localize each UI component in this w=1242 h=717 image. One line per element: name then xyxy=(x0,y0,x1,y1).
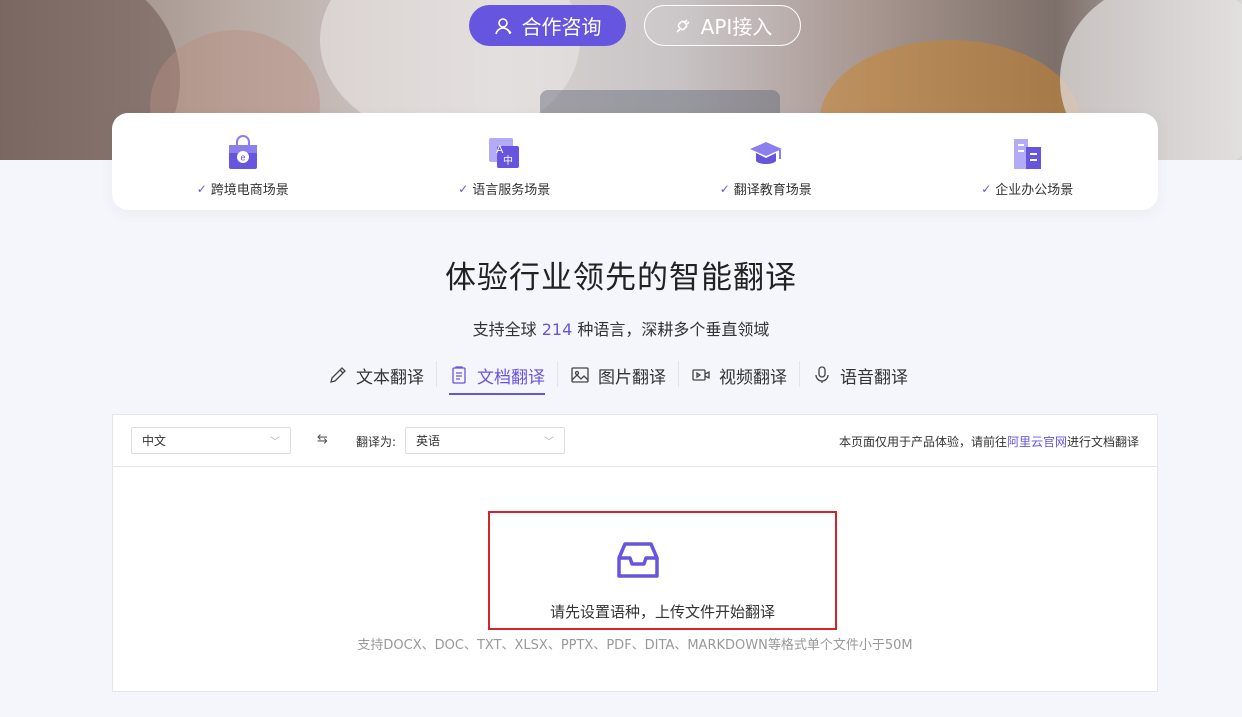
page-title: 体验行业领先的智能翻译 xyxy=(445,260,797,296)
chevron-down-icon: ﹀ xyxy=(544,437,554,448)
consult-button-label: 合作咨询 xyxy=(521,15,602,39)
svg-text:中: 中 xyxy=(503,154,513,167)
target-language-value: 英语 xyxy=(416,434,441,448)
subtitle-prefix: 支持全球 xyxy=(472,320,537,339)
check-icon: ✓ xyxy=(458,181,469,196)
tab-label: 文本翻译 xyxy=(356,367,424,388)
scenario-language-service[interactable]: A 中 ✓ 语言服务场景 xyxy=(374,113,636,210)
check-icon: ✓ xyxy=(196,181,207,196)
tab-audio-translation[interactable]: 语音翻译 xyxy=(800,355,920,391)
source-language-value: 中文 xyxy=(142,434,167,448)
video-icon xyxy=(692,369,710,381)
file-upload-area[interactable]: 请先设置语种，上传文件开始翻译 xyxy=(488,511,837,630)
check-icon: ✓ xyxy=(981,181,992,196)
tab-label: 图片翻译 xyxy=(598,367,666,388)
language-count: 214 xyxy=(541,320,573,339)
scenario-card: e ✓ 跨境电商场景 A 中 ✓ 语言服务场景 ✓ 翻译教育场景 ✓ 企业办公场… xyxy=(112,113,1158,210)
chevron-down-icon: ﹀ xyxy=(270,437,280,448)
pencil-icon xyxy=(330,367,346,383)
language-translate-icon: A 中 xyxy=(489,138,520,168)
image-icon xyxy=(571,367,589,383)
page-subtitle: 支持全球 214 种语言，深耕多个垂直领域 xyxy=(0,316,1242,340)
experience-notice: 本页面仅用于产品体验，请前往阿里云官网进行文档翻译 xyxy=(839,433,1139,450)
scenario-label-text: 翻译教育场景 xyxy=(733,183,812,198)
tab-text-translation[interactable]: 文本翻译 xyxy=(316,355,436,391)
tab-document-translation[interactable]: 文档翻译 xyxy=(437,355,557,395)
notice-prefix: 本页面仅用于产品体验，请前往 xyxy=(838,435,1007,449)
scenario-ecommerce[interactable]: e ✓ 跨境电商场景 xyxy=(112,113,374,210)
office-building-icon xyxy=(1014,139,1042,169)
scenario-education[interactable]: ✓ 翻译教育场景 xyxy=(635,113,897,210)
check-icon: ✓ xyxy=(719,181,730,196)
upload-prompt: 请先设置语种，上传文件开始翻译 xyxy=(549,603,775,621)
consult-button[interactable]: 合作咨询 xyxy=(469,5,626,46)
tab-label: 视频翻译 xyxy=(719,367,787,388)
scenario-label: ✓ 语言服务场景 xyxy=(458,179,551,199)
target-language-label: 翻译为: xyxy=(356,435,397,449)
tab-label: 语音翻译 xyxy=(840,367,908,388)
subtitle-suffix: 种语言，深耕多个垂直领域 xyxy=(577,320,770,339)
scenario-label: ✓ 翻译教育场景 xyxy=(719,179,812,199)
user-icon xyxy=(494,17,512,34)
microphone-icon xyxy=(815,366,829,383)
source-language-select[interactable]: 中文 ﹀ xyxy=(131,427,291,454)
scenario-label-text: 语言服务场景 xyxy=(472,183,551,198)
scenario-label: ✓ 企业办公场景 xyxy=(981,179,1074,199)
tab-image-translation[interactable]: 图片翻译 xyxy=(558,355,678,391)
notice-suffix: 进行文档翻译 xyxy=(1066,435,1139,449)
scenario-label-text: 跨境电商场景 xyxy=(210,183,289,198)
swap-languages-icon[interactable]: ⇆ xyxy=(317,432,328,447)
document-translation-panel: 中文 ﹀ ⇆ 翻译为: 英语 ﹀ 本页面仅用于产品体验，请前往阿里云官网进行文档… xyxy=(112,414,1158,692)
target-language-select[interactable]: 英语 ﹀ xyxy=(405,427,565,454)
document-icon xyxy=(452,366,466,384)
language-toolbar: 中文 ﹀ ⇆ 翻译为: 英语 ﹀ 本页面仅用于产品体验，请前往阿里云官网进行文档… xyxy=(113,415,1157,467)
inbox-icon xyxy=(617,542,659,578)
tab-video-translation[interactable]: 视频翻译 xyxy=(679,355,799,391)
svg-text:A: A xyxy=(496,144,504,156)
svg-text:e: e xyxy=(240,153,245,163)
supported-formats-note: 支持DOCX、DOC、TXT、XLSX、PPTX、PDF、DITA、MARKDO… xyxy=(357,638,913,653)
scenario-label: ✓ 跨境电商场景 xyxy=(196,179,289,199)
graduation-cap-icon xyxy=(749,142,782,164)
tab-label: 文档翻译 xyxy=(477,367,545,388)
api-access-button-label: API接入 xyxy=(700,15,773,39)
scenario-label-text: 企业办公场景 xyxy=(995,183,1074,198)
shopping-bag-icon: e xyxy=(228,135,257,169)
aliyun-link[interactable]: 阿里云官网 xyxy=(1007,435,1067,449)
translation-tabs: 文本翻译 文档翻译 图片翻译 视频翻译 语音翻译 xyxy=(316,355,920,397)
plug-icon xyxy=(676,18,690,33)
api-access-button[interactable]: API接入 xyxy=(644,5,801,46)
scenario-office[interactable]: ✓ 企业办公场景 xyxy=(897,113,1159,210)
